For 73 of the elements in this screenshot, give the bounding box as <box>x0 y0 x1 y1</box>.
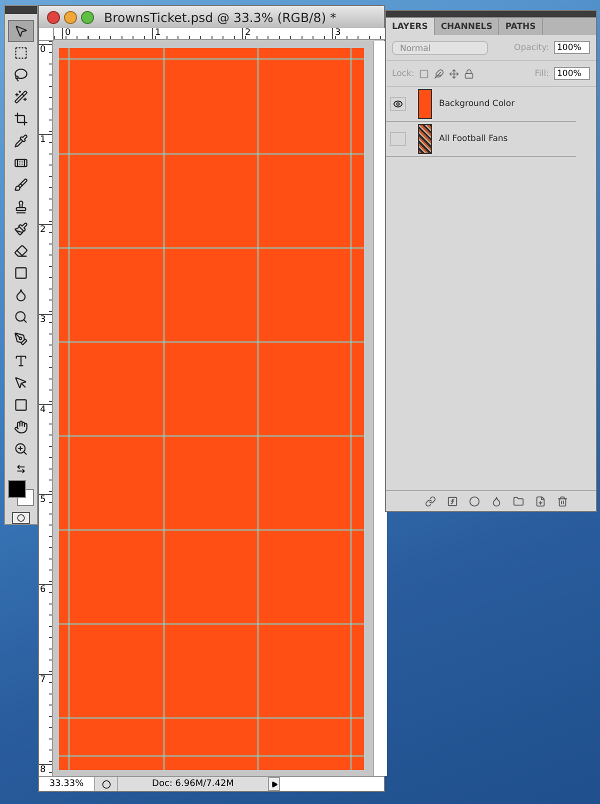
opacity-field[interactable]: 100% <box>554 41 590 54</box>
status-menu-button[interactable] <box>268 777 280 791</box>
close-button[interactable] <box>47 10 60 24</box>
layer-thumbnail <box>418 124 432 154</box>
lock-icon[interactable] <box>464 68 474 78</box>
ruler-label: 7 <box>39 674 52 764</box>
minimize-button[interactable] <box>64 10 77 24</box>
circle-icon <box>17 514 25 522</box>
fill-label: Fill: <box>534 68 549 78</box>
layer-row[interactable]: All Football Fans <box>386 122 576 157</box>
opacity-label: Opacity: <box>514 42 549 52</box>
zoom-button[interactable] <box>81 10 94 24</box>
scrollbar[interactable] <box>373 41 387 776</box>
fill-field[interactable]: 100% <box>554 67 590 80</box>
background-swatch[interactable] <box>17 489 34 506</box>
quick-mask-button[interactable] <box>12 512 30 524</box>
brush-icon <box>14 178 28 192</box>
zoom-icon <box>14 442 28 456</box>
foreground-swatch[interactable] <box>8 480 26 498</box>
bandage-icon <box>14 156 28 170</box>
panel-tab[interactable]: LAYERS <box>386 18 435 35</box>
eyedropper-icon <box>14 134 28 148</box>
lasso-icon <box>14 68 28 82</box>
mask-icon[interactable] <box>469 496 480 506</box>
lock-label: Lock: <box>392 68 414 78</box>
visibility-toggle[interactable] <box>390 132 406 146</box>
layer-name: All Football Fans <box>439 134 508 144</box>
link-icon[interactable] <box>425 496 436 506</box>
wand-icon <box>14 90 28 104</box>
type-icon <box>14 354 28 368</box>
panel-tab[interactable]: PATHS <box>499 18 543 35</box>
pen-icon <box>14 332 28 346</box>
zoom-field[interactable]: 33.33% <box>39 777 94 791</box>
folder-icon[interactable] <box>513 496 524 506</box>
ruler-label: 1 <box>152 28 242 39</box>
marquee-icon <box>14 46 28 60</box>
brush-icon <box>14 222 28 236</box>
document-size-text: Doc: 6.96M/7.42M <box>117 777 268 791</box>
ruler-label: 0 <box>62 28 152 39</box>
move-lock-icon[interactable] <box>449 68 460 78</box>
layer-row[interactable]: Background Color <box>386 87 576 122</box>
panel-header-bar <box>5 6 37 14</box>
ruler-label: 6 <box>39 584 52 674</box>
ruler-label: 3 <box>39 314 52 404</box>
adjustment-icon[interactable] <box>491 496 502 506</box>
rectangle-icon <box>14 398 28 412</box>
new-layer-icon[interactable] <box>535 496 546 506</box>
hand-icon <box>14 420 28 434</box>
ruler-label: 0 <box>39 44 52 134</box>
circle-icon <box>102 780 110 788</box>
eraser-icon <box>14 244 28 258</box>
swap-icon[interactable] <box>16 464 26 474</box>
ruler-label: 1 <box>39 134 52 224</box>
crop-icon <box>14 112 28 126</box>
ruler-label: 2 <box>242 28 332 39</box>
eye-icon <box>393 99 403 109</box>
ruler-label: 2 <box>39 224 52 314</box>
visibility-toggle[interactable] <box>390 97 406 111</box>
play-icon <box>270 780 278 788</box>
trash-icon[interactable] <box>557 496 568 506</box>
move-tool-icon <box>14 24 28 38</box>
ruler-label: 5 <box>39 494 52 584</box>
stamp-icon <box>14 200 28 214</box>
effects-icon[interactable] <box>447 496 458 506</box>
drop-icon <box>14 288 28 302</box>
ruler-label: 4 <box>39 404 52 494</box>
status-icon[interactable] <box>94 777 117 791</box>
tool-button[interactable] <box>8 20 34 42</box>
panel-tab[interactable]: CHANNELS <box>434 18 500 35</box>
layer-thumbnail <box>418 89 432 119</box>
window-title: BrownsTicket.psd @ 33.3% (RGB/8) * <box>104 10 336 24</box>
layer-name: Background Color <box>439 99 515 109</box>
pointer-icon <box>14 376 28 390</box>
